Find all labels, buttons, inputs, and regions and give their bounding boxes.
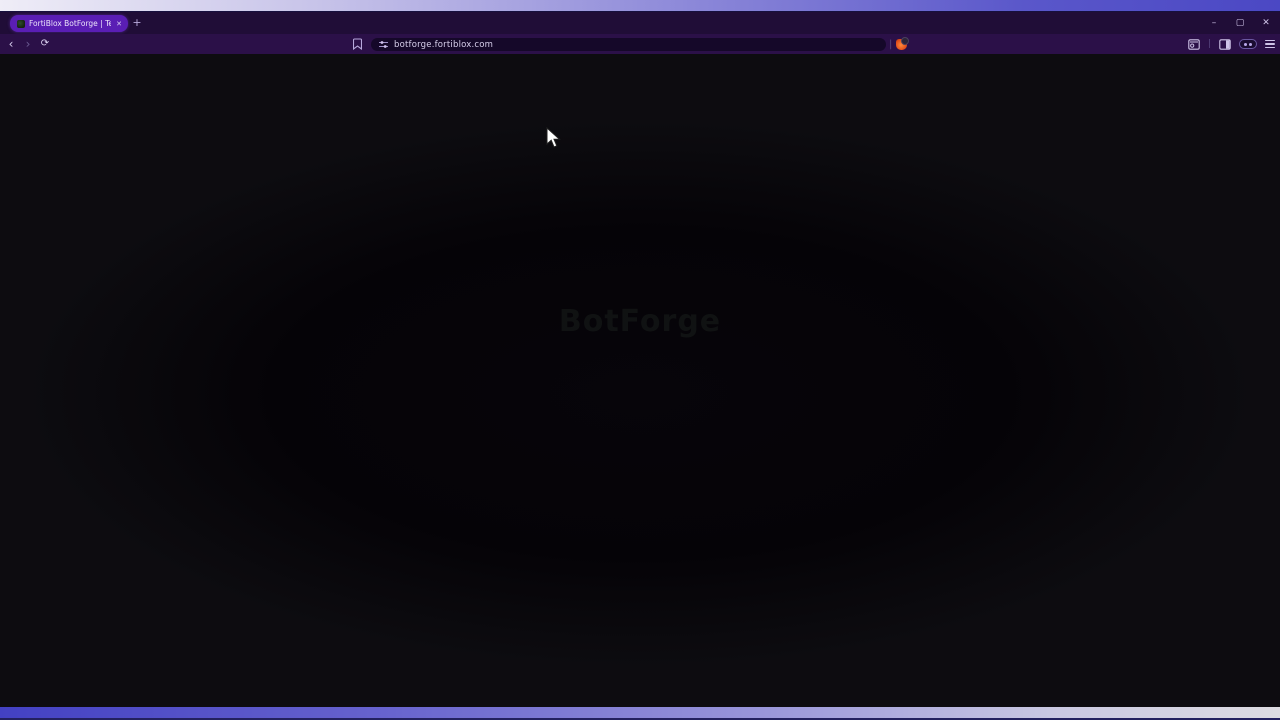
reload-button[interactable]: ⟳ bbox=[40, 35, 50, 53]
favicon bbox=[17, 20, 25, 28]
toolbar-separator: | bbox=[889, 38, 892, 51]
page-content: BotForge bbox=[0, 54, 1280, 707]
split-view-icon[interactable] bbox=[1239, 39, 1257, 49]
new-tab-button[interactable]: + bbox=[130, 15, 144, 32]
tab-fortiblox-botforge[interactable]: FortiBlox BotForge | Telegram P... ✕ bbox=[10, 15, 128, 32]
menu-icon[interactable] bbox=[1265, 40, 1275, 49]
tab-bar: FortiBlox BotForge | Telegram P... ✕ + –… bbox=[0, 12, 1280, 34]
url-bar[interactable]: botforge.fortiblox.com bbox=[371, 38, 886, 51]
navigation-buttons: ‹ › ⟳ bbox=[6, 34, 50, 54]
pill-dot bbox=[1249, 43, 1252, 46]
sidebar-panel-icon[interactable] bbox=[1219, 39, 1231, 50]
back-button[interactable]: ‹ bbox=[6, 35, 16, 53]
forward-button[interactable]: › bbox=[23, 35, 33, 53]
bookmark-icon[interactable] bbox=[353, 38, 362, 50]
site-settings-icon[interactable] bbox=[379, 40, 388, 49]
mouse-cursor bbox=[546, 127, 562, 149]
adblock-extension-icon[interactable] bbox=[896, 39, 907, 50]
page-watermark-text: BotForge bbox=[559, 304, 721, 339]
window-controls: – ▢ ✕ bbox=[1208, 12, 1276, 34]
pill-dot bbox=[1244, 43, 1247, 46]
minimize-button[interactable]: – bbox=[1208, 12, 1220, 34]
browser-window: FortiBlox BotForge | Telegram P... ✕ + –… bbox=[0, 0, 1280, 720]
window-bottom-accent bbox=[0, 707, 1280, 720]
window-top-accent bbox=[0, 0, 1280, 12]
url-text: botforge.fortiblox.com bbox=[394, 40, 493, 50]
close-button[interactable]: ✕ bbox=[1260, 12, 1272, 34]
toolbar-right-icons: | bbox=[1188, 34, 1275, 54]
toolbar-separator: | bbox=[1208, 39, 1211, 49]
browser-tools-icon[interactable] bbox=[1188, 39, 1200, 50]
browser-toolbar: ‹ › ⟳ botforge.fortiblox.com | bbox=[0, 34, 1280, 54]
tab-title: FortiBlox BotForge | Telegram P... bbox=[29, 15, 111, 32]
tab-close-icon[interactable]: ✕ bbox=[115, 20, 123, 28]
maximize-button[interactable]: ▢ bbox=[1234, 12, 1246, 34]
